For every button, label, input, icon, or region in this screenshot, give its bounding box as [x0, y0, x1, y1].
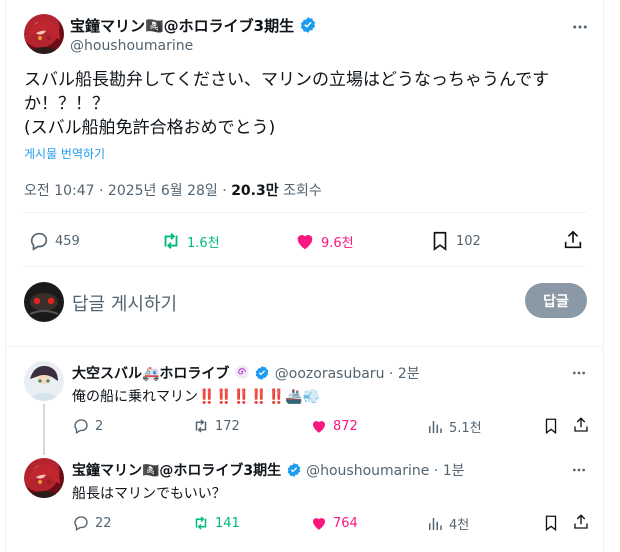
- tweet-time[interactable]: 오전 10:47: [24, 183, 95, 199]
- bookmark-icon: [545, 515, 557, 532]
- reply-handle[interactable]: @houshoumarine: [306, 463, 429, 479]
- reply-button[interactable]: 459: [28, 230, 80, 252]
- reply-icon: [30, 232, 48, 251]
- tweet-text-line: スバル船長勘弁してください、マリンの立場はどうなっちゃうんです: [24, 70, 550, 90]
- reply-input[interactable]: 답글 게시하기: [72, 290, 177, 316]
- views-count: 20.3만: [231, 183, 279, 199]
- bookmark-icon: [545, 418, 557, 435]
- bookmark-button[interactable]: 102: [429, 230, 481, 252]
- more-options-icon[interactable]: [571, 365, 587, 381]
- views-count: 5.1천: [449, 421, 482, 436]
- tweet-detail-panel: 宝鐘マリン🏴‍☠️@ホロライブ3期生 @houshoumarine スバル船長勘…: [5, 0, 604, 552]
- retweet-button[interactable]: 1.6천: [160, 230, 220, 252]
- reply-avatar[interactable]: [24, 458, 64, 498]
- analytics-icon: [429, 420, 442, 433]
- analytics-icon: [429, 517, 442, 530]
- heart-icon: [297, 235, 313, 250]
- bookmark-button[interactable]: [542, 514, 560, 532]
- bookmark-icon: [433, 231, 447, 251]
- retweet-button[interactable]: 141: [192, 514, 240, 532]
- reply-avatar[interactable]: [24, 361, 64, 401]
- retweet-count: 172: [215, 418, 240, 434]
- avatar-illustration: [30, 365, 58, 401]
- share-icon: [574, 417, 588, 432]
- more-options-icon[interactable]: [571, 462, 587, 478]
- views-label: 조회수: [283, 183, 322, 199]
- reply-icon: [74, 419, 88, 434]
- verified-badge-icon: [256, 366, 269, 380]
- author-avatar[interactable]: [24, 14, 64, 54]
- divider: [22, 266, 587, 267]
- tweet-date[interactable]: 2025년 6월 28일: [108, 183, 218, 199]
- reply-text: 船長はマリンでもいい？: [72, 486, 226, 502]
- reply-icon: [74, 516, 88, 531]
- heart-icon: [313, 518, 325, 530]
- share-button[interactable]: [572, 416, 590, 434]
- like-button[interactable]: 872: [310, 417, 358, 435]
- reply-count: 459: [55, 233, 80, 249]
- bookmark-count: 102: [456, 233, 481, 249]
- reply-text: 俺の船に乗れマリン‼️‼️‼️‼️‼️🚢💨: [72, 389, 321, 405]
- like-button[interactable]: 9.6천: [294, 230, 354, 252]
- like-button[interactable]: 764: [310, 514, 358, 532]
- views-count: 4천: [449, 518, 470, 533]
- like-count: 9.6천: [321, 235, 354, 251]
- verified-badge-icon: [287, 463, 300, 477]
- reply-display-name[interactable]: 宝鐘マリン🏴‍☠️@ホロライブ3期生: [72, 463, 281, 479]
- reply-button[interactable]: 22: [72, 514, 112, 532]
- more-options-icon[interactable]: [571, 18, 589, 36]
- reply-time[interactable]: 2분: [398, 366, 420, 382]
- tweet-text-line: (スバル船舶免許合格おめでとう): [24, 118, 276, 138]
- share-button[interactable]: [562, 229, 584, 251]
- divider: [6, 346, 603, 347]
- avatar-illustration: [28, 20, 60, 54]
- divider: [22, 212, 587, 213]
- reply-handle[interactable]: @oozorasubaru: [275, 366, 385, 382]
- tweet-meta: 오전 10:47 · 2025년 6월 28일 · 20.3만 조회수: [24, 183, 322, 199]
- bookmark-button[interactable]: [542, 417, 560, 435]
- retweet-button[interactable]: 172: [192, 417, 240, 435]
- views-button[interactable]: 4천: [426, 514, 469, 533]
- reply-count: 2: [95, 418, 104, 434]
- spiral-badge-icon: [235, 365, 249, 379]
- retweet-icon: [195, 516, 207, 530]
- retweet-icon: [164, 233, 178, 249]
- retweet-icon: [195, 419, 207, 433]
- author-display-name[interactable]: 宝鐘マリン🏴‍☠️@ホロライブ3期生: [70, 17, 294, 35]
- retweet-count: 1.6천: [187, 235, 220, 251]
- share-button[interactable]: [572, 513, 590, 531]
- tweet-text: スバル船長勘弁してください、マリンの立場はどうなっちゃうんです か！？！？ (ス…: [24, 68, 549, 140]
- tweet-text-line: か！？！？: [24, 94, 109, 114]
- avatar-illustration: [28, 464, 60, 498]
- reply-submit-button[interactable]: 답글: [525, 283, 587, 318]
- heart-icon: [313, 421, 325, 433]
- share-icon: [574, 514, 588, 529]
- views-button[interactable]: 5.1천: [426, 417, 482, 436]
- translate-post-link[interactable]: 게시물 번역하기: [24, 145, 105, 162]
- current-user-avatar[interactable]: [24, 282, 64, 322]
- thread-line: [43, 404, 45, 455]
- retweet-count: 141: [215, 515, 240, 531]
- like-count: 872: [333, 418, 358, 434]
- share-icon: [564, 230, 582, 249]
- reply-button[interactable]: 2: [72, 417, 103, 435]
- verified-badge-icon: [301, 17, 316, 33]
- reply-display-name[interactable]: 大空スバル🚑ホロライブ: [72, 366, 229, 382]
- like-count: 764: [333, 515, 358, 531]
- reply-count: 22: [95, 515, 112, 531]
- reply-time[interactable]: 1분: [443, 463, 465, 479]
- author-handle[interactable]: @houshoumarine: [70, 38, 193, 54]
- avatar-illustration: [29, 293, 59, 315]
